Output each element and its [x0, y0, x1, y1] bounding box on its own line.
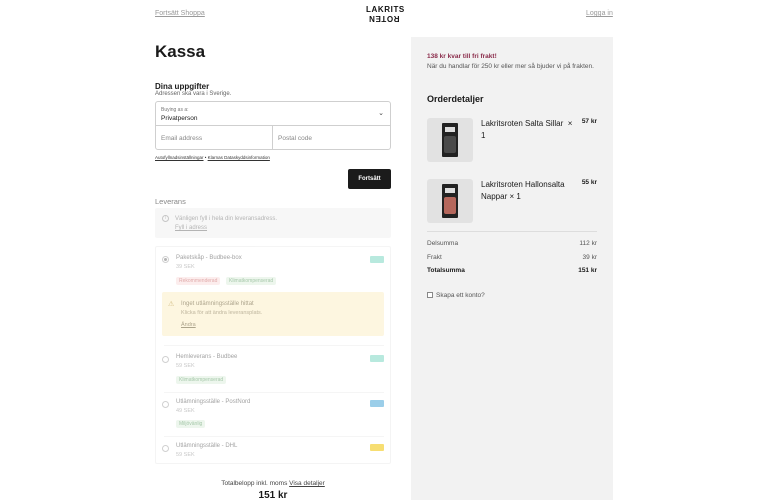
total-amount: 151 kr [258, 490, 288, 500]
logo-line-1: LAKRITS [366, 5, 405, 14]
delivery-title: Leverans [155, 197, 186, 206]
recommended-badge: Rekommenderad [176, 277, 221, 285]
legal-links: Autofyllnadsinställningar • Klarnas Data… [155, 155, 270, 160]
delivery-option-name: Utlämningsställe - DHL [176, 443, 238, 449]
address-notice-text: Vänligen fyll i hela din leveransadress. [175, 216, 278, 222]
product-image [427, 179, 473, 223]
show-details-link[interactable]: Visa detaljer [289, 480, 325, 487]
cart-item-qty: × 1 [509, 192, 521, 201]
candy-visual [444, 197, 456, 214]
delivery-option-radio[interactable] [162, 445, 169, 452]
dhl-logo-icon [370, 444, 384, 451]
total-line: Totalbelopp inkl. moms Visa detaljer [155, 480, 391, 487]
postnord-logo-icon [370, 400, 384, 407]
autofill-settings-link[interactable]: Autofyllnadsinställningar [155, 155, 204, 160]
option-divider [164, 392, 384, 393]
total-label: Totalbelopp inkl. moms [221, 480, 288, 487]
warning-title: Inget utlämningsställe hittat [181, 301, 254, 307]
order-total-label: Totalsumma [427, 267, 465, 274]
checkbox-icon[interactable] [427, 292, 433, 298]
subtotal-value: 112 kr [579, 240, 597, 247]
change-location-link[interactable]: Ändra [181, 322, 196, 328]
fill-address-link[interactable]: Fyll i adress [175, 225, 207, 231]
delivery-option-price: 39 SEK [176, 264, 195, 270]
email-field[interactable]: Email address [156, 126, 273, 150]
delivery-option-name: Paketskåp - Budbee-box [176, 255, 242, 261]
continue-shopping-link[interactable]: Fortsätt Shoppa [155, 10, 205, 17]
klarna-privacy-link[interactable]: Klarnas Dataskyddsinformation [208, 155, 270, 160]
delivery-option-radio[interactable] [162, 356, 169, 363]
subtotal-row: Delsumma 112 kr [427, 240, 597, 247]
delivery-option-radio[interactable] [162, 401, 169, 408]
candy-visual [444, 136, 456, 153]
warning-subtitle: Klicka för att ändra leveransplats. [181, 310, 263, 316]
continue-button[interactable]: Fortsätt [348, 169, 391, 189]
shipping-label: Frakt [427, 254, 442, 261]
postal-code-field[interactable]: Postal code [273, 126, 390, 150]
free-shipping-title: 138 kr kvar till fri frakt! [427, 53, 497, 60]
delivery-option-radio[interactable] [162, 256, 169, 263]
customer-details-form: Buying as a: Privatperson ⌄ Email addres… [155, 101, 391, 150]
buying-as-select[interactable]: Buying as a: Privatperson ⌄ [156, 102, 390, 126]
login-link[interactable]: Logga in [586, 10, 613, 17]
shipping-value: 39 kr [582, 254, 597, 261]
page-title: Kassa [155, 42, 206, 61]
free-shipping-text: När du handlar för 250 kr eller mer så b… [427, 63, 594, 70]
delivery-option-price: 49 SEK [176, 408, 195, 414]
checkout-page: Fortsätt Shoppa LAKRITS ROTEN Logga in K… [0, 0, 768, 500]
budbee-logo-icon [370, 256, 384, 263]
delivery-option-price: 59 SEK [176, 363, 195, 369]
create-account-checkbox[interactable]: Skapa ett konto? [427, 292, 485, 299]
cart-item-name: Lakritsroten Salta Sillar × 1 [481, 118, 576, 142]
create-account-label: Skapa ett konto? [436, 292, 485, 299]
product-image [427, 118, 473, 162]
budbee-logo-icon [370, 355, 384, 362]
summary-divider [427, 231, 597, 232]
delivery-option-name: Hemleverans - Budbee [176, 354, 238, 360]
product-package [442, 184, 458, 218]
logo-line-2: ROTEN [368, 14, 400, 23]
info-icon: i [162, 215, 169, 222]
option-divider [164, 345, 384, 346]
lakritsroten-logo[interactable]: LAKRITS ROTEN [366, 5, 405, 23]
cart-item-price: 57 kr [581, 118, 597, 125]
buying-as-label: Buying as a: [161, 107, 189, 113]
warning-icon: ⚠ [168, 301, 175, 308]
climate-badge: Klimatkompenserad [176, 376, 227, 384]
order-details-title: Orderdetaljer [427, 94, 484, 104]
eco-badge: Miljövänlig [176, 420, 206, 428]
delivery-options: Paketskåp - Budbee-box 39 SEK Rekommende… [155, 246, 391, 464]
order-total-value: 151 kr [578, 267, 597, 274]
buying-as-value: Privatperson [161, 115, 198, 122]
details-title: Dina uppgifter [155, 82, 210, 91]
details-subtitle: Adressen ska vara i Sverige. [155, 91, 232, 97]
cart-item-title: Lakritsroten Hallonsalta Nappar [481, 180, 565, 201]
package-label [445, 188, 455, 193]
product-package [442, 123, 458, 157]
chevron-down-icon: ⌄ [378, 110, 384, 117]
order-summary: 138 kr kvar till fri frakt! När du handl… [411, 37, 613, 500]
cart-item-name: Lakritsroten Hallonsalta Nappar × 1 [481, 179, 576, 203]
cart-item-price: 55 kr [581, 179, 597, 186]
option-divider [164, 436, 384, 437]
total-row: Totalsumma 151 kr [427, 267, 597, 274]
delivery-option-price: 59 SEK [176, 452, 195, 458]
climate-badge: Klimatkompenserad [226, 277, 277, 285]
subtotal-label: Delsumma [427, 240, 459, 247]
no-pickup-warning[interactable]: ⚠ Inget utlämningsställe hittat Klicka f… [162, 292, 384, 336]
package-label [445, 127, 455, 132]
shipping-row: Frakt 39 kr [427, 254, 597, 261]
cart-item-title: Lakritsroten Salta Sillar [481, 119, 564, 128]
delivery-option-name: Utlämningsställe - PostNord [176, 399, 251, 405]
address-notice: i Vänligen fyll i hela din leveransadres… [155, 208, 391, 238]
